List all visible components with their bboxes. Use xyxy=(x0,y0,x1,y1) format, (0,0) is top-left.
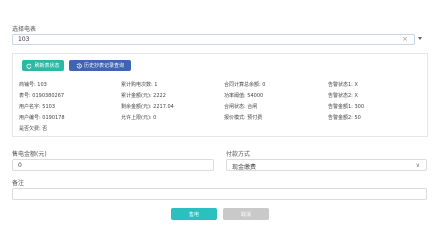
info-contract-balance: 合同计算总余额: 0 xyxy=(224,82,266,88)
refresh-icon xyxy=(27,63,32,69)
chevron-down-icon[interactable] xyxy=(418,37,422,40)
meter-select[interactable]: 103 × xyxy=(12,34,415,45)
remark-input[interactable] xyxy=(12,188,427,200)
info-shop-number: 商铺号: 103 xyxy=(19,82,47,88)
sell-electricity-button[interactable]: 售电 xyxy=(171,208,217,220)
info-allowed-limit: 允许上限(元): 0 xyxy=(121,115,157,121)
info-arrears: 是否欠费: 否 xyxy=(19,126,48,132)
clear-icon[interactable]: × xyxy=(402,35,408,43)
info-alarm-status-1: 告警状态1: X xyxy=(328,82,358,88)
info-billing-mode: 报价模式: 预付费 xyxy=(224,115,263,121)
meter-select-value: 103 xyxy=(18,36,30,43)
history-query-button[interactable]: 历史抄表记录查询 xyxy=(69,60,131,71)
info-power-threshold: 功率阈值: 54000 xyxy=(224,93,264,99)
history-query-label: 历史抄表记录查询 xyxy=(83,63,124,69)
info-alarm-amount-1: 告警金额1: 300 xyxy=(328,104,364,110)
amount-value: 0 xyxy=(18,162,22,169)
info-alarm-status-2: 告警状态2: X xyxy=(328,93,358,99)
refresh-status-button[interactable]: 刷新表状态 xyxy=(22,60,64,71)
history-icon xyxy=(76,63,82,68)
info-purchase-count: 累计购电次数: 1 xyxy=(121,82,158,88)
info-total-amount: 累计金额(元): 2222 xyxy=(121,93,166,99)
payment-method-label: 付款方式 xyxy=(226,151,251,158)
meter-select-label: 选择电表 xyxy=(12,26,37,33)
remark-label: 备注 xyxy=(12,180,25,187)
payment-method-select[interactable]: 现金缴费 ∨ xyxy=(226,159,427,171)
info-user-id: 用户编号: 0190178 xyxy=(19,115,65,121)
cancel-button[interactable]: 取消 xyxy=(223,208,269,220)
amount-label: 售电金额(元) xyxy=(12,151,47,158)
refresh-status-label: 刷新表状态 xyxy=(34,63,60,69)
amount-input[interactable]: 0 xyxy=(12,159,214,171)
info-meter-number: 表号: 0190380267 xyxy=(19,93,65,99)
info-switch-status: 合闸状态: 合闸 xyxy=(224,104,258,110)
chevron-down-icon: ∨ xyxy=(415,162,420,169)
info-alarm-amount-2: 告警金额2: 50 xyxy=(328,115,361,121)
payment-method-value: 现金缴费 xyxy=(232,164,257,171)
info-remaining-amount: 剩余金额(元): 2217.04 xyxy=(121,104,174,110)
info-user-name: 用户名字: 5103 xyxy=(19,104,55,110)
